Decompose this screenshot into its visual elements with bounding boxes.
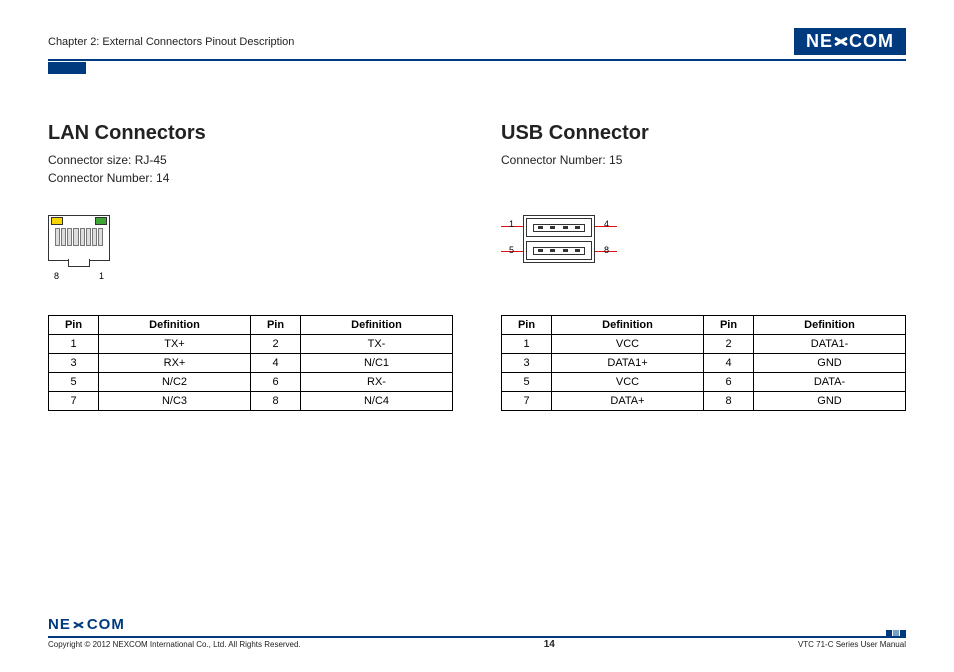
- header-tab: [48, 62, 86, 74]
- table-row: 5 N/C2 6 RX-: [49, 373, 453, 392]
- cell: N/C1: [301, 354, 453, 373]
- th-pin: Pin: [704, 316, 754, 335]
- usb-icon: [523, 215, 595, 263]
- page-number: 14: [544, 639, 555, 650]
- rj45-led-yellow: [51, 217, 63, 225]
- footer-row: Copyright © 2012 NEXCOM International Co…: [48, 639, 906, 650]
- cell: 6: [251, 373, 301, 392]
- cell: 5: [49, 373, 99, 392]
- cell: VCC: [552, 373, 704, 392]
- cell: DATA1+: [552, 354, 704, 373]
- cell: 7: [502, 392, 552, 411]
- usb-wrap: 1 4 5 8: [501, 215, 617, 263]
- cell: DATA+: [552, 392, 704, 411]
- table-row: 3 RX+ 4 N/C1: [49, 354, 453, 373]
- table-row: 5 VCC 6 DATA-: [502, 373, 906, 392]
- table-header-row: Pin Definition Pin Definition: [502, 316, 906, 335]
- usb-contacts: [533, 247, 584, 255]
- cell: TX+: [99, 335, 251, 354]
- usb-pin-5: 5: [509, 245, 514, 255]
- chapter-title: Chapter 2: External Connectors Pinout De…: [48, 36, 294, 48]
- cell: TX-: [301, 335, 453, 354]
- th-def: Definition: [99, 316, 251, 335]
- logo-text-left: NE: [48, 616, 71, 633]
- content-area: LAN Connectors Connector size: RJ-45 Con…: [48, 122, 906, 411]
- cell: 2: [704, 335, 754, 354]
- usb-title: USB Connector: [501, 122, 906, 145]
- page-header: Chapter 2: External Connectors Pinout De…: [48, 28, 906, 55]
- cell: N/C4: [301, 392, 453, 411]
- cell: 7: [49, 392, 99, 411]
- th-pin: Pin: [49, 316, 99, 335]
- nexcom-logo: NE COM: [794, 28, 906, 55]
- cell: 1: [49, 335, 99, 354]
- lan-section: LAN Connectors Connector size: RJ-45 Con…: [48, 122, 453, 411]
- footer-logo: NE COM: [48, 616, 906, 633]
- logo-text-right: COM: [849, 31, 894, 52]
- rj45-pin-left: 8: [54, 271, 59, 281]
- cell: 3: [502, 354, 552, 373]
- cell: N/C2: [99, 373, 251, 392]
- cell: 4: [704, 354, 754, 373]
- usb-pin-8: 8: [604, 245, 609, 255]
- usb-pin-1: 1: [509, 219, 514, 229]
- cell: 5: [502, 373, 552, 392]
- rj45-pin-right: 1: [99, 271, 104, 281]
- usb-section: USB Connector Connector Number: 15 1 4 5…: [501, 122, 906, 411]
- cell: DATA-: [754, 373, 906, 392]
- table-header-row: Pin Definition Pin Definition: [49, 316, 453, 335]
- logo-x-icon: [834, 35, 848, 49]
- table-row: 1 VCC 2 DATA1-: [502, 335, 906, 354]
- table-row: 7 N/C3 8 N/C4: [49, 392, 453, 411]
- usb-port-bottom: [526, 241, 592, 260]
- cell: 2: [251, 335, 301, 354]
- logo-text-left: NE: [806, 31, 833, 52]
- rj45-diagram: 8 1: [48, 215, 453, 285]
- page-footer: NE COM Copyright © 2012 NEXCOM Internati…: [48, 616, 906, 650]
- th-def: Definition: [754, 316, 906, 335]
- table-row: 3 DATA1+ 4 GND: [502, 354, 906, 373]
- rj45-pin-numbers: 8 1: [48, 271, 110, 281]
- th-pin: Pin: [251, 316, 301, 335]
- table-row: 1 TX+ 2 TX-: [49, 335, 453, 354]
- lan-pinout-table: Pin Definition Pin Definition 1 TX+ 2 TX…: [48, 315, 453, 411]
- th-pin: Pin: [502, 316, 552, 335]
- usb-contacts: [533, 224, 584, 232]
- cell: RX+: [99, 354, 251, 373]
- usb-pinout-table: Pin Definition Pin Definition 1 VCC 2 DA…: [501, 315, 906, 411]
- cell: 8: [704, 392, 754, 411]
- usb-diagram: 1 4 5 8: [501, 215, 906, 285]
- logo-text-right: COM: [87, 616, 125, 633]
- lan-size: Connector size: RJ-45: [48, 151, 453, 169]
- cell: 6: [704, 373, 754, 392]
- rj45-pins: [55, 228, 103, 246]
- cell: 3: [49, 354, 99, 373]
- usb-port-top: [526, 218, 592, 237]
- cell: DATA1-: [754, 335, 906, 354]
- usb-number: Connector Number: 15: [501, 151, 906, 169]
- logo-x-icon: [72, 618, 86, 632]
- header-divider: [48, 59, 906, 61]
- lan-title: LAN Connectors: [48, 122, 453, 145]
- cell: N/C3: [99, 392, 251, 411]
- cell: VCC: [552, 335, 704, 354]
- lan-number: Connector Number: 14: [48, 169, 453, 187]
- th-def: Definition: [552, 316, 704, 335]
- table-row: 7 DATA+ 8 GND: [502, 392, 906, 411]
- usb-pin-4: 4: [604, 219, 609, 229]
- doc-title: VTC 71-C Series User Manual: [798, 640, 906, 649]
- rj45-icon: [48, 215, 110, 261]
- rj45-led-green: [95, 217, 107, 225]
- rj45-notch: [68, 259, 90, 267]
- cell: GND: [754, 392, 906, 411]
- copyright-text: Copyright © 2012 NEXCOM International Co…: [48, 640, 301, 649]
- cell: RX-: [301, 373, 453, 392]
- footer-divider: [48, 636, 906, 638]
- cell: 8: [251, 392, 301, 411]
- th-def: Definition: [301, 316, 453, 335]
- cell: 1: [502, 335, 552, 354]
- cell: 4: [251, 354, 301, 373]
- cell: GND: [754, 354, 906, 373]
- footer-page-icon: [886, 630, 906, 636]
